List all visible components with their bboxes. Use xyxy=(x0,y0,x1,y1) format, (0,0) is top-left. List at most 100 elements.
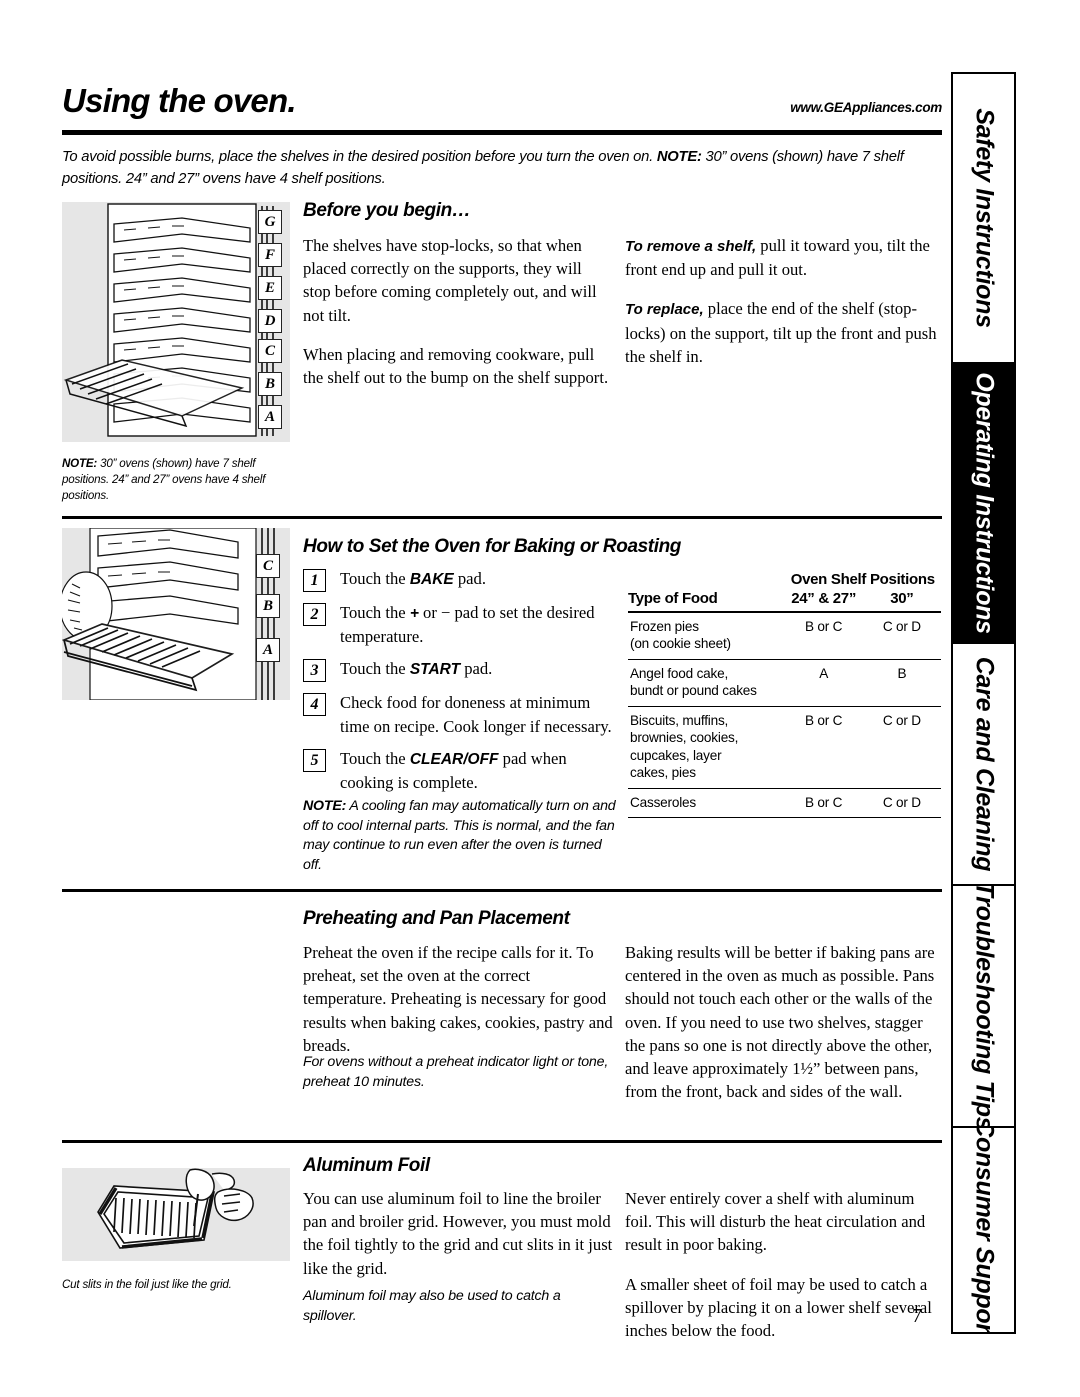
website-url[interactable]: www.GEAppliances.com xyxy=(790,100,942,115)
table-row: Biscuits, muffins, brownies, cookies, cu… xyxy=(628,706,941,789)
cell-type-of-food: Biscuits, muffins, brownies, cookies, cu… xyxy=(628,706,785,789)
tab-operating-instructions[interactable]: Operating Instructions xyxy=(953,364,1014,644)
step-number: 2 xyxy=(303,603,326,626)
page-header: Using the oven. www.GEAppliances.com xyxy=(62,82,942,120)
step-number: 4 xyxy=(303,693,326,717)
cell-position-24-27: B or C xyxy=(784,611,863,660)
step-text-before: Touch the xyxy=(340,748,410,768)
step-text: Touch the BAKE pad. xyxy=(340,566,486,592)
table-group-header: Oven Shelf Positions xyxy=(790,571,935,588)
baking-steps-list: 1 Touch the BAKE pad. 2 Touch the + or −… xyxy=(303,566,613,802)
cell-position-30: C or D xyxy=(862,611,941,660)
broiler-pan-foil-illustration xyxy=(62,1168,290,1261)
column-header-type-of-food: Type of Food xyxy=(628,589,785,613)
broiler-pan-drawing xyxy=(97,1168,254,1249)
step-text-after: pad. xyxy=(460,659,493,679)
shelf-letter-a: A xyxy=(256,638,280,662)
tab-troubleshooting-tips[interactable]: Troubleshooting Tips xyxy=(953,886,1014,1128)
note-text: A cooling fan may automatically turn on … xyxy=(303,798,616,873)
list-item-step: 4 Check food for doneness at minimum tim… xyxy=(303,690,613,737)
tab-label: Safety Instructions xyxy=(970,108,998,328)
tab-care-and-cleaning[interactable]: Care and Cleaning xyxy=(953,644,1014,886)
tab-label: Operating Instructions xyxy=(970,372,998,634)
shelf-letter-c: C xyxy=(258,339,282,363)
before-you-begin-right-column: To remove a shelf, pull it toward you, t… xyxy=(625,234,941,368)
paragraph: Preheat the oven if the recipe calls for… xyxy=(303,943,613,1055)
paragraph: You can use aluminum foil to line the br… xyxy=(303,1189,613,1278)
step-text-after: pad. xyxy=(453,569,486,588)
step-number: 3 xyxy=(303,659,326,683)
table-row: Frozen pies (on cookie sheet) B or C C o… xyxy=(628,611,941,660)
manual-page: Safety Instructions Operating Instructio… xyxy=(0,0,1080,1397)
shelf-letter-e: E xyxy=(258,276,282,300)
cell-type-of-food: Frozen pies (on cookie sheet) xyxy=(628,611,785,660)
broiler-pan-illustration-caption: Cut slits in the foil just like the grid… xyxy=(62,1278,232,1291)
section-tab-rail: Safety Instructions Operating Instructio… xyxy=(951,72,1016,1334)
lead-in-remove-shelf: To remove a shelf, xyxy=(625,238,757,255)
cell-position-30: B xyxy=(862,659,941,707)
caption-note-label: NOTE: xyxy=(62,457,98,470)
paragraph: A smaller sheet of foil may be used to c… xyxy=(625,1274,932,1341)
step-text-before: Touch the xyxy=(340,569,410,588)
table-row: Angel food cake, bundt or pound cakes A … xyxy=(628,659,941,707)
cell-position-30: C or D xyxy=(862,788,941,818)
cooling-fan-note: NOTE: A cooling fan may automatically tu… xyxy=(303,797,618,875)
shelf-letter-a: A xyxy=(258,405,282,429)
step-pad-name: CLEAR/OFF xyxy=(409,750,499,768)
step-text: Check food for doneness at minimum time … xyxy=(340,690,613,737)
shelf-letter-b: B xyxy=(258,372,282,396)
shelf-letter-c: C xyxy=(256,554,280,578)
oven-shelves-drawing xyxy=(63,203,274,437)
preheating-note: For ovens without a preheat indicator li… xyxy=(303,1054,609,1090)
cell-type-of-food: Casseroles xyxy=(628,788,785,818)
step-text-before: Touch the xyxy=(340,603,410,622)
aluminum-foil-left-column: You can use aluminum foil to line the br… xyxy=(303,1187,615,1280)
list-item-step: 5 Touch the CLEAR/OFF pad when cooking i… xyxy=(303,746,613,794)
step-text: Touch the CLEAR/OFF pad when cooking is … xyxy=(340,746,613,794)
title-divider xyxy=(62,130,942,135)
paragraph: When placing and removing cookware, pull… xyxy=(303,344,609,388)
column-header-30: 30” xyxy=(862,589,941,613)
shelf-letter-b: B xyxy=(256,594,280,618)
tab-consumer-support[interactable]: Consumer Support xyxy=(953,1128,1014,1332)
list-item-step: 2 Touch the + or − pad to set the desire… xyxy=(303,600,613,648)
section-divider-1 xyxy=(62,516,942,519)
shelf-letter-g: G xyxy=(258,210,282,234)
cell-type-of-food: Angel food cake, bundt or pound cakes xyxy=(628,659,785,707)
tab-label: Troubleshooting Tips xyxy=(970,886,998,1128)
step-text: Touch the + or − pad to set the desired … xyxy=(340,600,613,648)
cell-position-30: C or D xyxy=(862,706,941,789)
tab-label: Care and Cleaning xyxy=(970,656,998,872)
list-item-step: 3 Touch the START pad. xyxy=(303,656,613,683)
cell-position-24-27: B or C xyxy=(784,706,863,789)
oven-shelf-positions-table: Oven Shelf Positions Type of Food 24” & … xyxy=(628,566,941,818)
step-text: Touch the START pad. xyxy=(340,656,492,682)
step-pad-name: BAKE xyxy=(409,571,454,588)
section-divider-2 xyxy=(62,889,942,892)
step-number: 5 xyxy=(303,748,326,772)
heading-preheating-and-pan-placement: Preheating and Pan Placement xyxy=(303,908,570,929)
paragraph-replace-shelf: To replace, place the end of the shelf (… xyxy=(625,297,941,368)
tab-label: Consumer Support xyxy=(970,1128,998,1332)
step-number: 1 xyxy=(303,569,326,592)
heading-aluminum-foil: Aluminum Foil xyxy=(303,1155,430,1176)
tab-safety-instructions[interactable]: Safety Instructions xyxy=(953,74,1014,364)
paragraph: Baking results will be better if baking … xyxy=(625,943,935,1102)
step-text-before: Check food for doneness at minimum time … xyxy=(340,693,612,736)
intro-text-before: To avoid possible burns, place the shelv… xyxy=(62,149,657,165)
oven-shelf-closeup-illustration: C B A xyxy=(62,528,290,700)
heading-before-you-begin: Before you begin… xyxy=(303,200,471,221)
paragraph-remove-shelf: To remove a shelf, pull it toward you, t… xyxy=(625,234,941,281)
heading-how-to-set-the-oven: How to Set the Oven for Baking or Roasti… xyxy=(303,536,682,557)
step-pad-name: START xyxy=(409,661,461,679)
preheating-left-column: Preheat the oven if the recipe calls for… xyxy=(303,941,613,1057)
note-label: NOTE: xyxy=(303,798,347,814)
cell-position-24-27: A xyxy=(784,659,863,707)
paragraph: The shelves have stop-locks, so that whe… xyxy=(303,236,597,325)
paragraph: Never entirely cover a shelf with alumin… xyxy=(625,1189,926,1255)
aluminum-foil-note: Aluminum foil may also be used to catch … xyxy=(303,1288,561,1324)
step-text-before: Touch the xyxy=(340,659,410,679)
step-pad-name: + xyxy=(409,605,419,622)
intro-note-label: NOTE: xyxy=(656,149,702,165)
list-item-step: 1 Touch the BAKE pad. xyxy=(303,566,613,592)
